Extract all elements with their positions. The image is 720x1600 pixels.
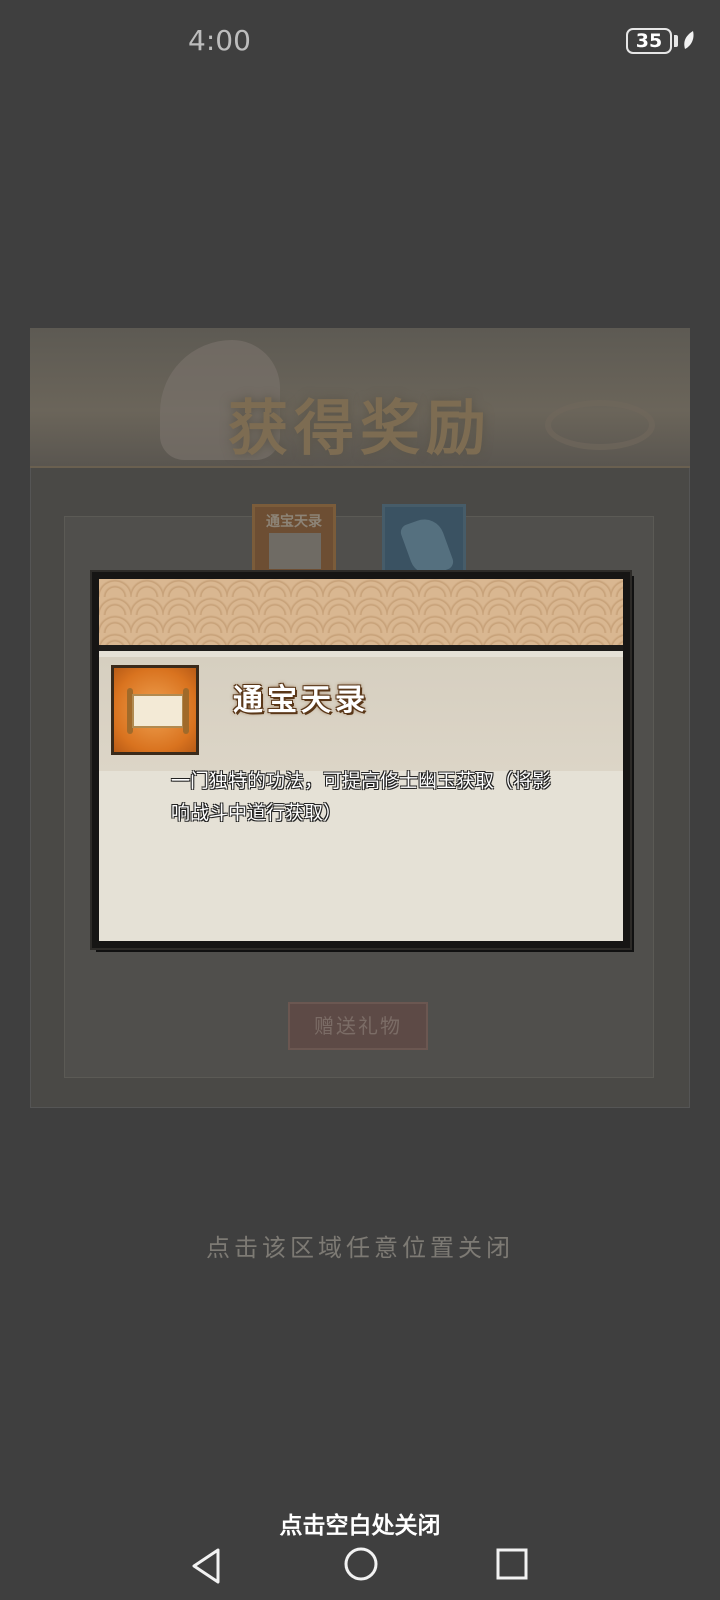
item-icon-frame — [111, 665, 199, 755]
scroll-icon — [132, 694, 184, 728]
item-detail-popup: 通宝天录 一门独特的功法，可提高修士幽玉获取（将影响战斗中道行获取） — [92, 572, 630, 948]
item-description: 一门独特的功法，可提高修士幽玉获取（将影响战斗中道行获取） — [171, 770, 552, 824]
recent-square-icon[interactable] — [496, 1548, 528, 1580]
back-triangle-icon[interactable] — [190, 1546, 224, 1586]
item-name: 通宝天录 — [233, 683, 369, 718]
scroll-rod-right — [183, 688, 189, 734]
scroll-icon — [269, 533, 321, 569]
reward-item-scroll-label: 通宝天录 — [266, 514, 322, 530]
close-area-hint: 点击该区域任意位置关闭 — [206, 1234, 514, 1262]
popup-wave-header — [99, 579, 623, 651]
system-nav-bar — [0, 1540, 720, 1600]
home-circle-icon[interactable] — [343, 1546, 379, 1582]
gift-button[interactable]: 赠送礼物 — [288, 1002, 428, 1050]
reward-title: 获得奖励 — [228, 394, 492, 464]
tap-blank-to-close-hint[interactable]: 点击空白处关闭 — [0, 1506, 720, 1540]
crystal-icon — [398, 513, 456, 581]
